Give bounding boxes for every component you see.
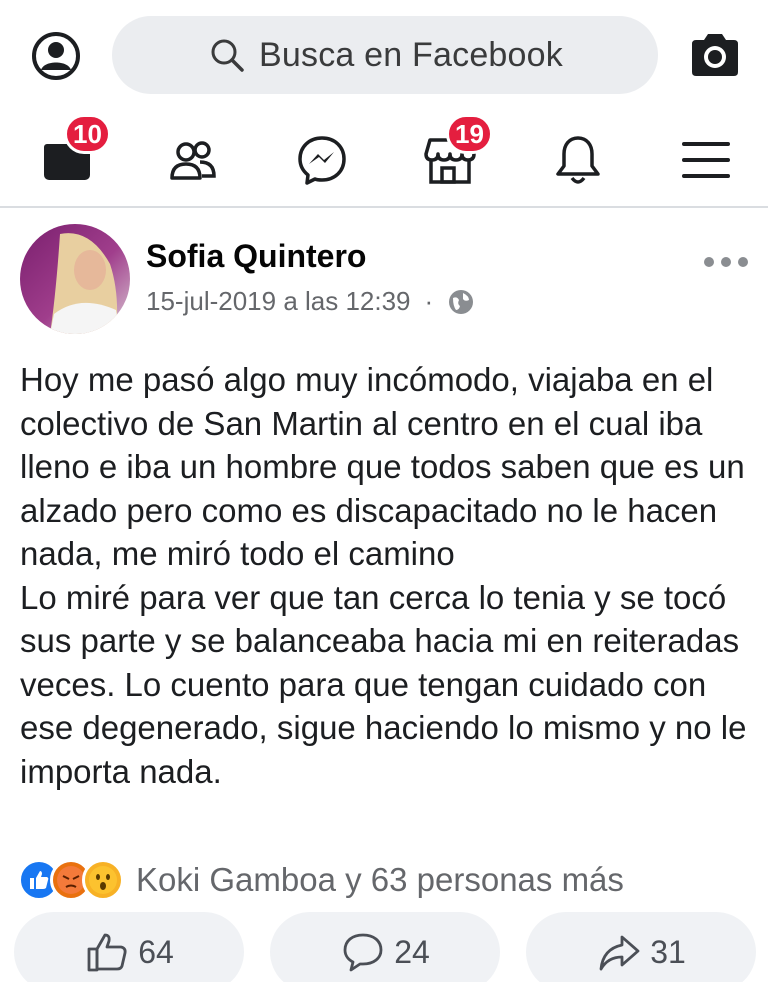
meta-separator: · bbox=[424, 286, 434, 316]
reactions-summary[interactable]: Koki Gamboa y 63 personas más bbox=[18, 856, 624, 904]
search-placeholder: Busca en Facebook bbox=[259, 35, 563, 74]
more-options-button[interactable] bbox=[704, 250, 748, 274]
wow-reaction-icon bbox=[82, 859, 124, 901]
share-count: 31 bbox=[650, 933, 686, 970]
bell-icon bbox=[556, 136, 600, 184]
messenger-icon bbox=[298, 136, 346, 185]
nav-marketplace[interactable]: 19 bbox=[412, 114, 493, 188]
post-author[interactable]: Sofia Quintero bbox=[146, 238, 366, 275]
marketplace-badge: 19 bbox=[446, 114, 493, 154]
nav-bar: 10 19 bbox=[0, 100, 768, 208]
like-count: 64 bbox=[138, 933, 174, 970]
share-button[interactable]: 31 bbox=[526, 912, 756, 982]
post-card: Sofia Quintero 15-jul-2019 a las 12:39 ·… bbox=[0, 210, 768, 982]
reactions-text: Koki Gamboa y 63 personas más bbox=[136, 861, 624, 898]
user-circle-icon[interactable] bbox=[30, 30, 82, 82]
search-bar[interactable]: Busca en Facebook bbox=[112, 16, 658, 94]
comment-button[interactable]: 24 bbox=[270, 912, 500, 982]
comment-icon bbox=[343, 933, 383, 972]
search-icon bbox=[211, 39, 244, 72]
top-bar: Busca en Facebook bbox=[0, 0, 768, 100]
avatar[interactable] bbox=[20, 224, 130, 334]
nav-menu[interactable] bbox=[668, 122, 744, 188]
more-dot bbox=[721, 257, 731, 267]
camera-icon[interactable] bbox=[688, 32, 742, 78]
nav-notifications[interactable] bbox=[540, 122, 616, 188]
nav-friends[interactable] bbox=[156, 122, 232, 188]
post-meta: 15-jul-2019 a las 12:39 · bbox=[146, 286, 475, 317]
profile-photo bbox=[20, 224, 130, 334]
friends-icon bbox=[170, 141, 216, 180]
post-timestamp[interactable]: 15-jul-2019 a las 12:39 bbox=[146, 286, 411, 317]
like-button[interactable]: 64 bbox=[14, 912, 244, 982]
share-icon bbox=[599, 935, 640, 971]
post-text: Hoy me pasó algo muy incómodo, viajaba e… bbox=[20, 361, 747, 790]
more-dot bbox=[704, 257, 714, 267]
action-bar: 64 24 31 bbox=[0, 912, 768, 982]
globe-icon bbox=[449, 289, 474, 314]
comment-count: 24 bbox=[394, 933, 430, 970]
nav-news-feed[interactable]: 10 bbox=[30, 114, 111, 188]
news-feed-badge: 10 bbox=[64, 114, 111, 154]
thumbs-up-icon bbox=[87, 933, 127, 972]
hamburger-menu-icon bbox=[682, 142, 730, 178]
nav-messenger[interactable] bbox=[284, 122, 360, 188]
more-dot bbox=[738, 257, 748, 267]
